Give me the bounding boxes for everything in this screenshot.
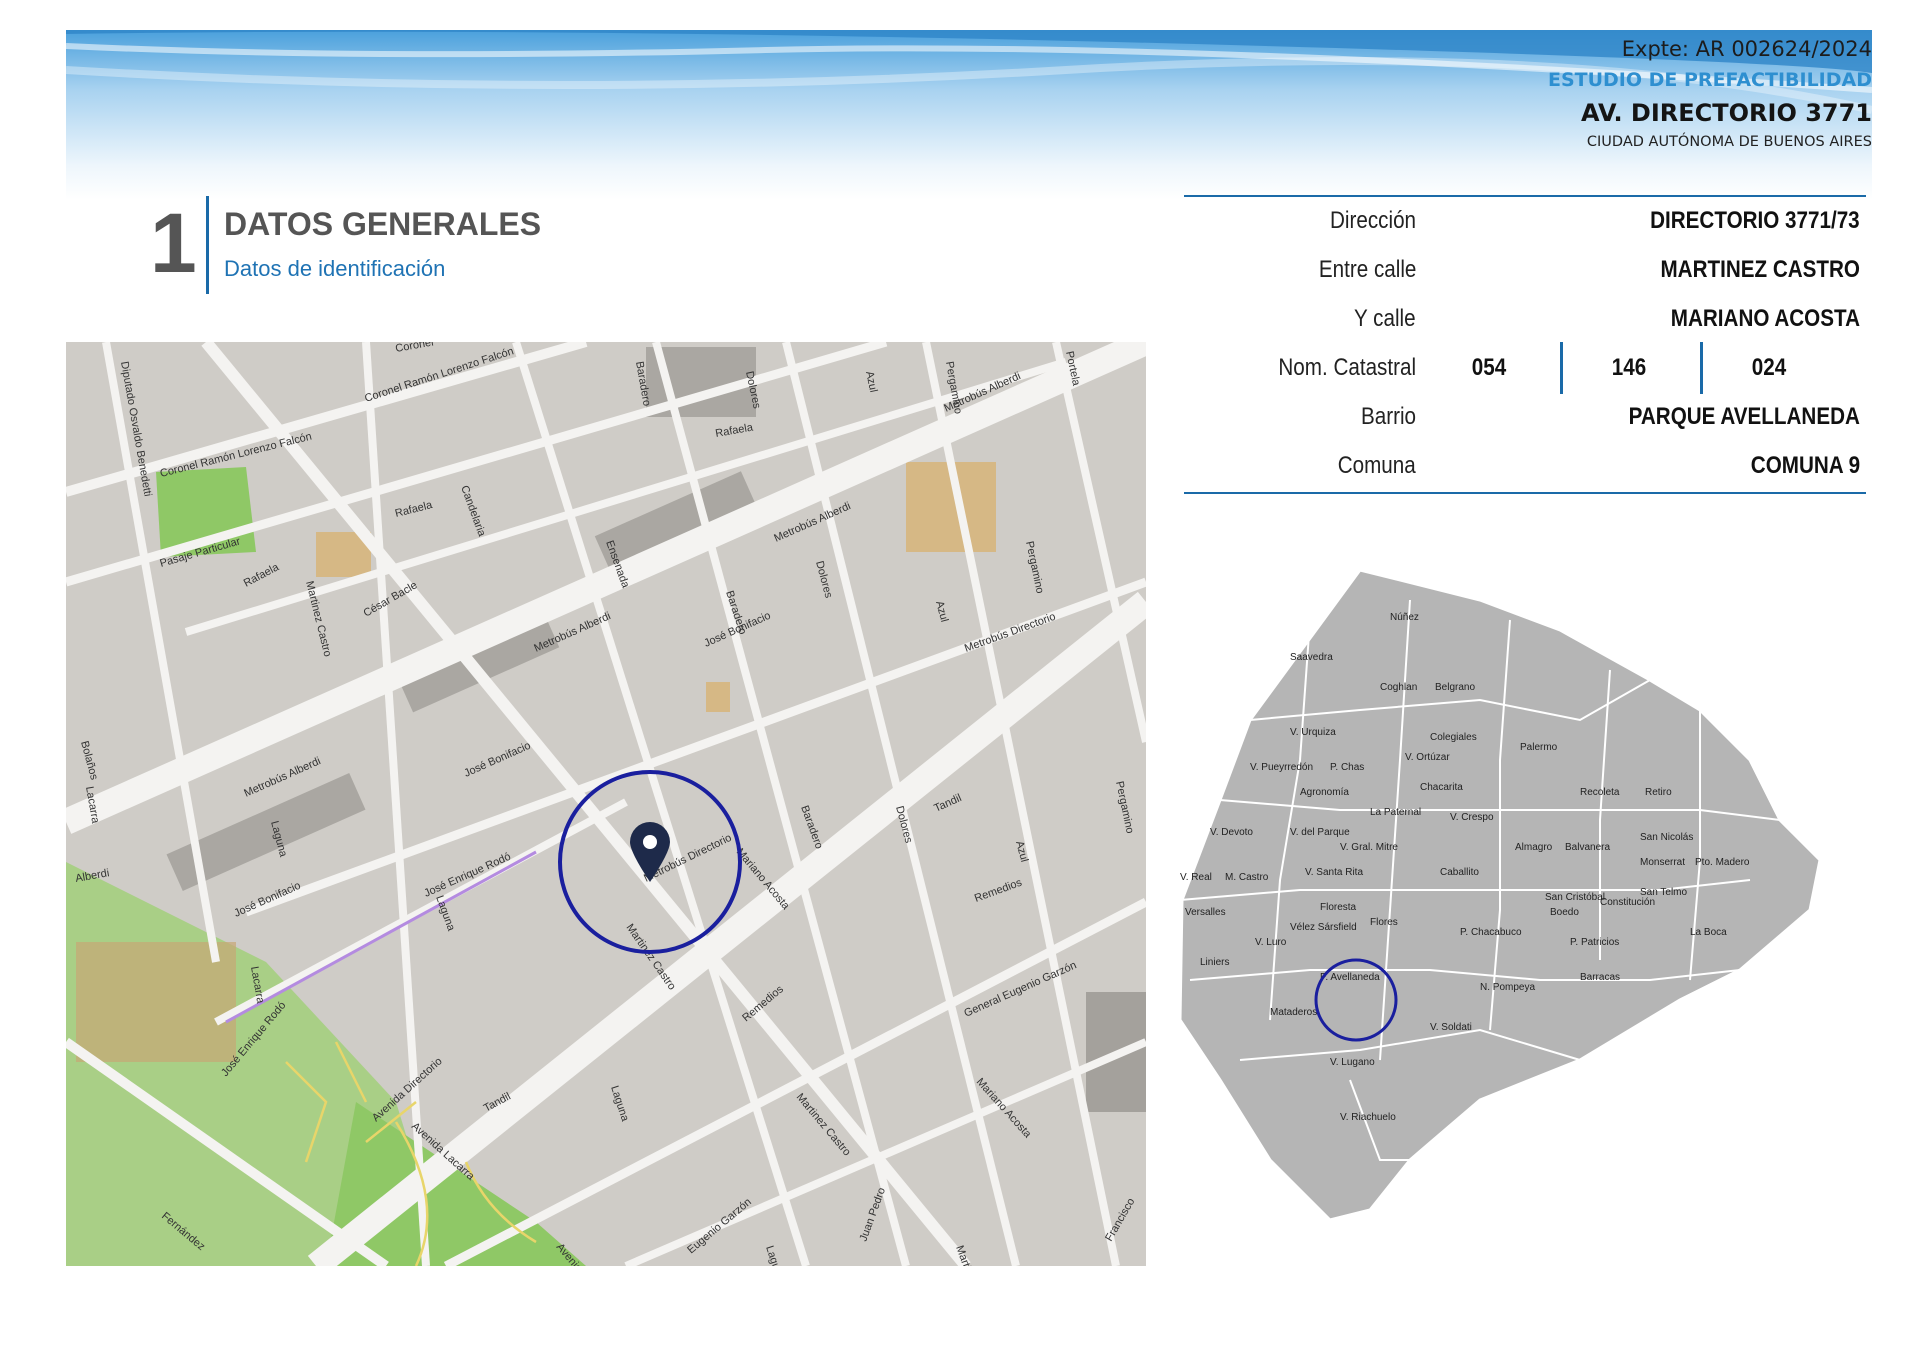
barrio-label: P. Patricios — [1570, 937, 1619, 948]
barrio-label: Constitución — [1600, 897, 1655, 908]
value-comuna: COMUNA 9 — [1750, 452, 1860, 479]
barrio-label: Monserrat — [1640, 857, 1685, 868]
barrio-label: Almagro — [1515, 842, 1553, 853]
document-address: AV. DIRECTORIO 3771 — [1581, 99, 1872, 127]
street-map: Coronel Ramón Lorenzo Falcón Coronel Ramó… — [66, 342, 1146, 1266]
building-block — [706, 682, 730, 712]
section-divider — [206, 196, 209, 294]
section-subtitle: Datos de identificación — [224, 256, 446, 281]
catastral-seccion: 146 — [1611, 354, 1647, 381]
barrio-label: V. Riachuelo — [1340, 1112, 1396, 1123]
barrio-label: Caballito — [1440, 867, 1479, 878]
barrio-label: Palermo — [1520, 742, 1558, 753]
document-city: CIUDAD AUTÓNOMA DE BUENOS AIRES — [1586, 134, 1872, 150]
barrio-label: Retiro — [1645, 787, 1672, 798]
barrio-label: Pto. Madero — [1695, 857, 1750, 868]
value-y-calle: MARIANO ACOSTA — [1670, 305, 1860, 332]
barrio-label: Floresta — [1320, 902, 1357, 913]
barrio-label: Coghlan — [1380, 682, 1417, 693]
barrio-label: V. Real — [1180, 872, 1212, 883]
barrio-label: V. Lugano — [1330, 1057, 1375, 1068]
barrio-label: Agronomía — [1300, 787, 1349, 798]
catastral-separator — [1700, 342, 1703, 394]
label-entre-calle: Entre calle — [1318, 256, 1416, 283]
barrio-label: P. Avellaneda — [1320, 972, 1380, 983]
barrio-label: M. Castro — [1225, 872, 1269, 883]
barrio-label: V. Gral. Mitre — [1340, 842, 1398, 853]
label-nom-catastral: Nom. Catastral — [1278, 354, 1416, 381]
label-direccion: Dirección — [1329, 207, 1416, 234]
value-direccion: DIRECTORIO 3771/73 — [1650, 207, 1860, 234]
barrio-label: V. Santa Rita — [1305, 867, 1363, 878]
barrio-label: V. Crespo — [1450, 812, 1494, 823]
barrio-label: Flores — [1370, 917, 1398, 928]
row-y-calle: Y calle MARIANO ACOSTA — [1184, 299, 1866, 339]
barrio-label: Saavedra — [1290, 652, 1333, 663]
barrio-label: V. del Parque — [1290, 827, 1350, 838]
barrio-label: San Nicolás — [1640, 832, 1693, 843]
study-type: ESTUDIO DE PREFACTIBILIDAD — [1547, 69, 1872, 91]
row-entre-calle: Entre calle MARTINEZ CASTRO — [1184, 250, 1866, 290]
catastral-circunscripcion: 054 — [1471, 354, 1507, 381]
expediente-number: Expte: AR 002624/2024 — [1621, 37, 1872, 61]
row-comuna: Comuna COMUNA 9 — [1184, 446, 1866, 486]
catastral-separator — [1560, 342, 1563, 394]
barrio-label: Liniers — [1200, 957, 1229, 968]
barrio-label: Balvanera — [1565, 842, 1610, 853]
value-entre-calle: MARTINEZ CASTRO — [1660, 256, 1860, 283]
barrio-label: V. Ortúzar — [1405, 752, 1450, 763]
section-number: 1 — [150, 196, 197, 290]
barrio-label: V. Luro — [1255, 937, 1287, 948]
barrio-label: P. Chas — [1330, 762, 1364, 773]
barrio-label: San Cristóbal — [1545, 892, 1605, 903]
barrio-label: V. Devoto — [1210, 827, 1253, 838]
row-barrio: Barrio PARQUE AVELLANEDA — [1184, 397, 1866, 437]
row-direccion: Dirección DIRECTORIO 3771/73 — [1184, 201, 1866, 241]
catastral-manzana: 024 — [1751, 354, 1787, 381]
identification-table: Dirección DIRECTORIO 3771/73 Entre calle… — [1184, 195, 1866, 494]
label-barrio: Barrio — [1360, 403, 1416, 430]
value-barrio: PARQUE AVELLANEDA — [1628, 403, 1860, 430]
barrio-label: V. Pueyrredón — [1250, 762, 1313, 773]
barrios-map: Núñez Saavedra Coghlan Belgrano V. Urquiza Co… — [1178, 560, 1840, 1240]
barrio-label: V. Soldati — [1430, 1022, 1472, 1033]
barrio-label: Núñez — [1390, 612, 1419, 623]
row-nom-catastral: Nom. Catastral 054 146 024 — [1184, 342, 1866, 394]
barrio-label: V. Urquiza — [1290, 727, 1336, 738]
barrio-label: Barracas — [1580, 972, 1620, 983]
section-title: DATOS GENERALES — [224, 206, 542, 242]
label-y-calle: Y calle — [1354, 305, 1416, 332]
barrio-label: Boedo — [1550, 907, 1579, 918]
barrio-label: N. Pompeya — [1480, 982, 1535, 993]
barrio-label: Belgrano — [1435, 682, 1475, 693]
document-header: Expte: AR 002624/2024 ESTUDIO DE PREFACT… — [1548, 34, 1872, 154]
barrio-label: Recoleta — [1580, 787, 1620, 798]
barrio-label: La Paternal — [1370, 807, 1421, 818]
barrio-label: Colegiales — [1430, 732, 1477, 743]
barrio-label: Vélez Sársfield — [1290, 922, 1357, 933]
barrio-label: La Boca — [1690, 927, 1727, 938]
barrio-label: Chacarita — [1420, 782, 1463, 793]
location-pin-dot — [643, 835, 657, 849]
barrio-label: Mataderos — [1270, 1007, 1317, 1018]
barrio-label: Versalles — [1185, 907, 1226, 918]
label-comuna: Comuna — [1337, 452, 1416, 479]
barrio-label: P. Chacabuco — [1460, 927, 1522, 938]
